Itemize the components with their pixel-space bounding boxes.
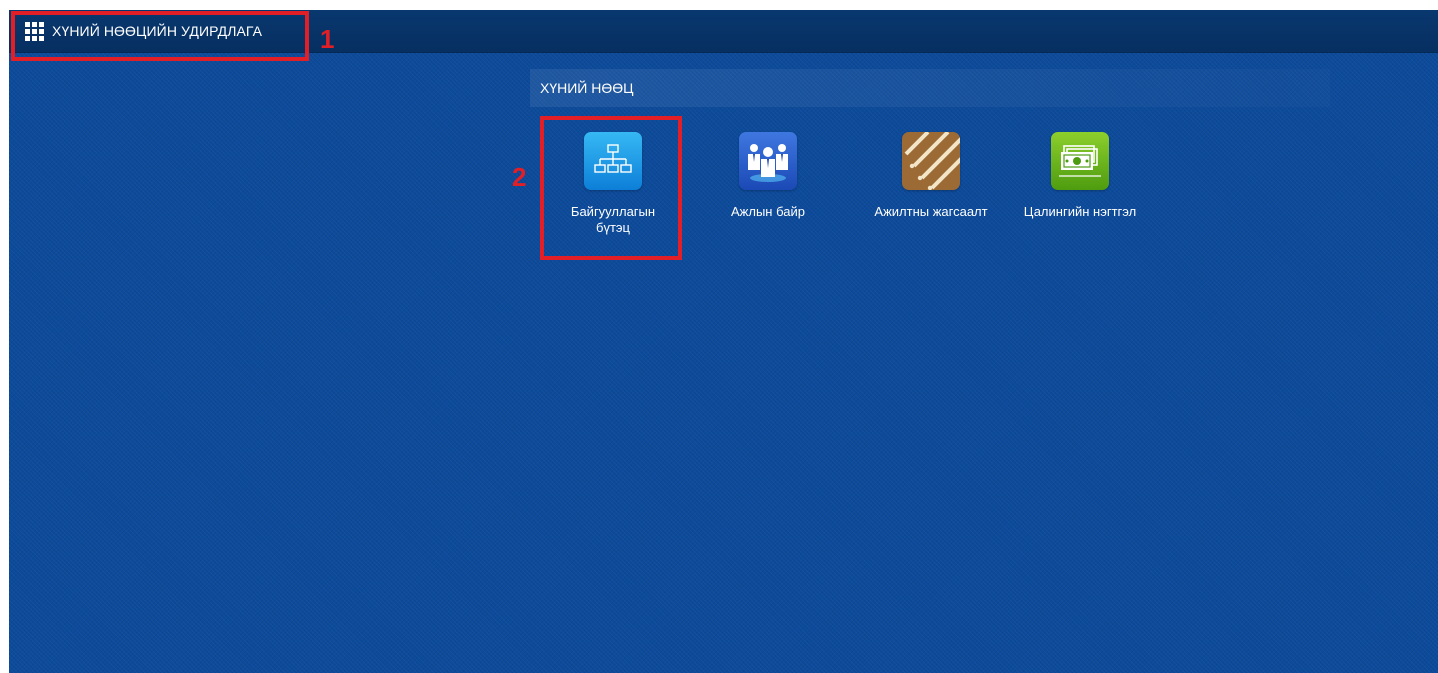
payroll-icon [1051, 132, 1109, 190]
employee-list-icon [902, 132, 960, 190]
tile-org-structure[interactable]: Байгууллагын бүтэц [548, 132, 678, 236]
app-window: ХҮНИЙ НӨӨЦИЙН УДИРДЛАГА ХҮНИЙ НӨӨЦ Байгу… [9, 10, 1438, 673]
annotation-number-1: 1 [320, 24, 335, 54]
job-positions-icon [739, 132, 797, 190]
tile-employee-list[interactable]: Ажилтны жагсаалт [866, 132, 996, 220]
app-title: ХҮНИЙ НӨӨЦИЙН УДИРДЛАГА [52, 23, 263, 39]
tile-job-positions[interactable]: Ажлын байр [703, 132, 833, 220]
section-header: ХҮНИЙ НӨӨЦ [530, 69, 1330, 107]
app-menu-button[interactable]: ХҮНИЙ НӨӨЦИЙН УДИРДЛАГА [25, 10, 262, 52]
tile-label: Ажлын байр [731, 204, 805, 219]
top-bar: ХҮНИЙ НӨӨЦИЙН УДИРДЛАГА [9, 10, 1438, 53]
tile-label: Байгууллагын бүтэц [570, 204, 656, 235]
tile-label: Ажилтны жагсаалт [874, 204, 988, 219]
tile-payroll-summary[interactable]: Цалингийн нэгтгэл [1015, 132, 1145, 220]
section-title: ХҮНИЙ НӨӨЦ [540, 80, 634, 96]
annotation-number-2: 2 [512, 162, 527, 192]
apps-grid-icon [25, 21, 44, 41]
org-structure-icon [584, 132, 642, 190]
tile-label: Цалингийн нэгтгэл [1023, 204, 1137, 219]
